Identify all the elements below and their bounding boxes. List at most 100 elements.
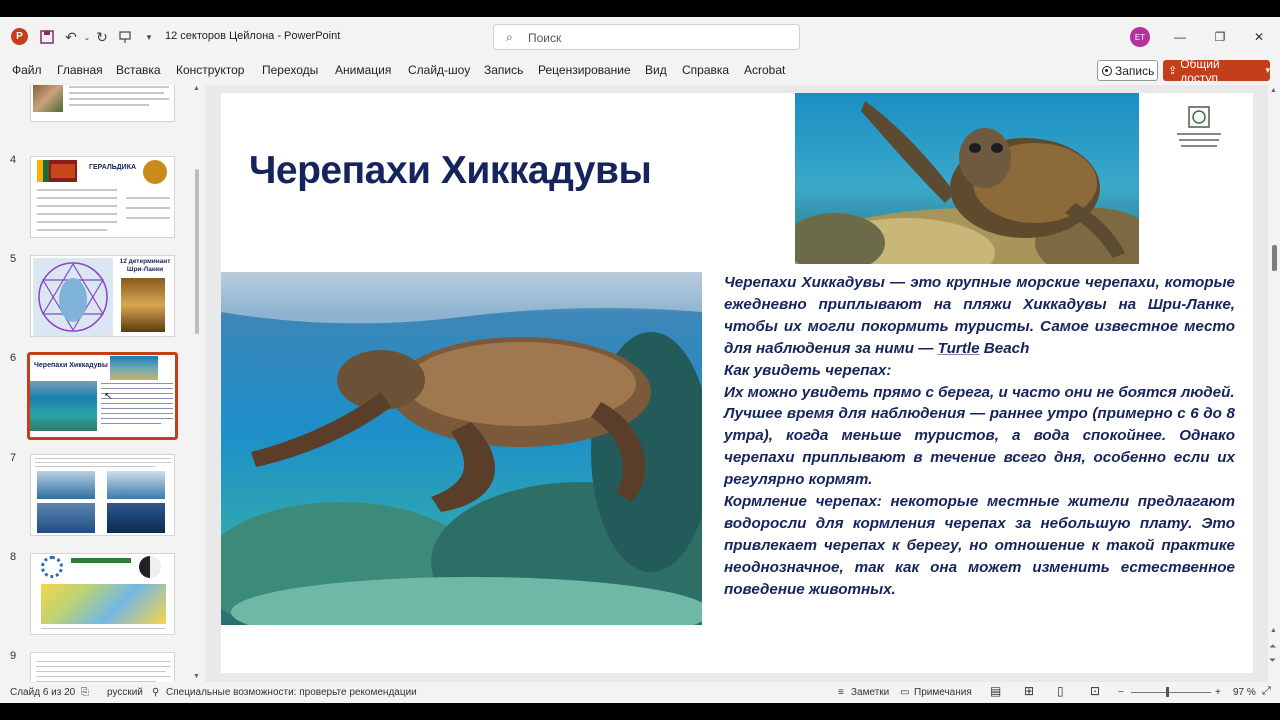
tab-design[interactable]: Конструктор bbox=[176, 63, 244, 77]
search-placeholder: Поиск bbox=[528, 31, 562, 45]
slide-thumbnail-pane: 4 ГЕРАЛЬДИКА 5 12 детерминант Шри-Ланки … bbox=[0, 85, 205, 682]
thumbnail-number: 4 bbox=[10, 154, 17, 166]
slideshow-view-icon[interactable]: ⊡ bbox=[1090, 684, 1100, 698]
close-icon[interactable]: ✕ bbox=[1249, 27, 1269, 47]
record-button-label: Запись bbox=[1115, 63, 1155, 78]
thumbnail-slide-3[interactable] bbox=[30, 85, 175, 122]
turtle-photo-main[interactable] bbox=[221, 272, 702, 625]
slide-title[interactable]: Черепахи Хиккадувы bbox=[249, 149, 652, 193]
emblem-icon bbox=[143, 160, 167, 184]
beach-word: Beach bbox=[979, 339, 1030, 357]
accessibility-status[interactable]: Специальные возможности: проверьте реком… bbox=[166, 687, 417, 698]
sri-lanka-flag-icon bbox=[37, 160, 77, 182]
thumbnail-number: 8 bbox=[10, 551, 17, 563]
tab-transitions[interactable]: Переходы bbox=[262, 63, 318, 77]
tab-animations[interactable]: Анимация bbox=[335, 63, 391, 77]
next-slide-icon[interactable]: ⏷ bbox=[1269, 655, 1276, 666]
thumbnail-photo bbox=[107, 503, 165, 533]
search-input[interactable]: ⌕ Поиск bbox=[493, 24, 800, 50]
tab-slideshow[interactable]: Слайд-шоу bbox=[408, 63, 470, 77]
thumbnail-slide-4[interactable]: ГЕРАЛЬДИКА bbox=[30, 156, 175, 238]
tab-help[interactable]: Справка bbox=[682, 63, 729, 77]
tab-insert[interactable]: Вставка bbox=[116, 63, 161, 77]
minimize-icon[interactable]: — bbox=[1170, 27, 1190, 47]
thumbnail-title: ГЕРАЛЬДИКА bbox=[89, 164, 137, 171]
thumbnail-slide-7[interactable] bbox=[30, 454, 175, 536]
scroll-down-icon[interactable]: ▼ bbox=[193, 673, 200, 680]
zoom-in-icon[interactable]: + bbox=[1215, 687, 1221, 698]
thumbnail-photo bbox=[37, 503, 95, 533]
thumbnail-photo bbox=[37, 471, 95, 499]
tab-review[interactable]: Рецензирование bbox=[538, 63, 631, 77]
tab-acrobat[interactable]: Acrobat bbox=[744, 63, 785, 77]
thumbnail-slide-5[interactable]: 12 детерминант Шри-Ланки bbox=[30, 255, 175, 337]
scroll-up-icon[interactable]: ▲ bbox=[193, 85, 200, 92]
paragraph-best-time: Лучшее время для наблюдения — раннее утр… bbox=[724, 405, 1235, 489]
powerpoint-window: P ↶ ⌄ ↻ ▾ 12 секторов Цейлона - PowerPoi… bbox=[0, 17, 1280, 703]
school-logo bbox=[1171, 103, 1226, 158]
scroll-up-icon[interactable]: ▲ bbox=[1270, 627, 1277, 634]
search-icon: ⌕ bbox=[506, 30, 513, 44]
fit-slide-icon[interactable]: ⤢ bbox=[1262, 685, 1271, 698]
thumbnail-diagram bbox=[41, 584, 166, 624]
turtle-beach-word: Turtle bbox=[937, 339, 980, 357]
slide-scroll-thumb[interactable] bbox=[1272, 245, 1277, 271]
thumbnail-slide-6[interactable]: Черепахи Хиккадувы ↖ bbox=[27, 352, 178, 440]
share-icon: ⇪ bbox=[1168, 65, 1178, 77]
comments-button[interactable]: Примечания bbox=[914, 687, 972, 698]
thumbnail-number: 9 bbox=[10, 650, 17, 662]
tab-file[interactable]: Файл bbox=[12, 63, 42, 77]
document-title: 12 секторов Цейлона - PowerPoint bbox=[165, 30, 341, 42]
thumbnail-scroll-thumb[interactable] bbox=[195, 169, 199, 334]
zoom-slider-handle[interactable] bbox=[1166, 687, 1169, 697]
tab-record[interactable]: Запись bbox=[484, 63, 523, 77]
turtle-photo-top[interactable] bbox=[795, 93, 1139, 264]
slide-sorter-icon[interactable]: ⊞ bbox=[1024, 684, 1034, 698]
customize-toolbar-icon[interactable]: ▾ bbox=[140, 28, 158, 46]
thumbnail-scrollbar[interactable]: ▲ ▼ bbox=[193, 85, 201, 682]
slide-counter[interactable]: Слайд 6 из 20 bbox=[10, 687, 75, 698]
thumbnail-photo bbox=[107, 471, 165, 499]
save-icon[interactable] bbox=[38, 28, 56, 46]
status-bar: Слайд 6 из 20 ⎘ русский ⚲ Специальные во… bbox=[0, 682, 1280, 703]
thumbnail-photo bbox=[30, 381, 97, 431]
thumbnail-diagram bbox=[41, 556, 63, 578]
thumbnail-title: 12 детерминант Шри-Ланки bbox=[119, 258, 171, 273]
thumbnail-number: 6 bbox=[10, 352, 17, 364]
record-icon bbox=[1102, 65, 1112, 76]
tab-view[interactable]: Вид bbox=[645, 63, 667, 77]
slide-6[interactable]: Черепахи Хиккадувы Черепахи Хиккадувы — … bbox=[221, 93, 1253, 673]
tab-home[interactable]: Главная bbox=[57, 63, 103, 77]
chevron-down-icon: ▾ bbox=[1265, 65, 1270, 75]
powerpoint-logo-icon: P bbox=[11, 28, 28, 45]
comments-icon: ▭ bbox=[900, 687, 910, 698]
reading-view-icon[interactable]: ▯ bbox=[1057, 684, 1064, 698]
language-indicator[interactable]: русский bbox=[107, 687, 143, 698]
slide-editor: Черепахи Хиккадувы Черепахи Хиккадувы — … bbox=[205, 85, 1268, 682]
thumbnail-photo bbox=[33, 85, 63, 112]
thumbnail-slide-9[interactable] bbox=[30, 652, 175, 682]
previous-slide-icon[interactable]: ⏶ bbox=[1269, 641, 1276, 652]
slide-scrollbar[interactable]: ▲ ▲ ⏶ ⏷ bbox=[1268, 85, 1280, 682]
normal-view-icon[interactable]: ▤ bbox=[990, 684, 1001, 698]
paragraph-feeding: Кормление черепах: некоторые местные жит… bbox=[724, 493, 1235, 598]
restore-icon[interactable]: ❐ bbox=[1210, 27, 1230, 47]
zoom-level[interactable]: 97 % bbox=[1233, 687, 1256, 698]
thumbnail-photo bbox=[121, 278, 165, 332]
zoom-out-icon[interactable]: − bbox=[1118, 687, 1124, 698]
slide-body-text[interactable]: Черепахи Хиккадувы — это крупные морские… bbox=[724, 272, 1235, 601]
thumbnail-slide-8[interactable] bbox=[30, 553, 175, 635]
paragraph-how-to-see: Как увидеть черепах: bbox=[724, 361, 892, 379]
start-slideshow-icon[interactable] bbox=[116, 28, 134, 46]
record-button[interactable]: Запись bbox=[1097, 60, 1158, 81]
notes-button[interactable]: Заметки bbox=[851, 687, 889, 698]
accessibility-icon: ⚲ bbox=[152, 687, 160, 698]
avatar[interactable]: ET bbox=[1130, 27, 1150, 47]
spellcheck-icon[interactable]: ⎘ bbox=[81, 687, 89, 698]
paragraph-intro: Черепахи Хиккадувы — это крупные морские… bbox=[724, 272, 1235, 360]
redo-icon[interactable]: ↻ bbox=[93, 28, 111, 46]
zoom-slider[interactable] bbox=[1131, 692, 1211, 693]
ribbon-tabs: Файл Главная Вставка Конструктор Переход… bbox=[0, 57, 1280, 85]
scroll-up-icon[interactable]: ▲ bbox=[1270, 87, 1277, 94]
share-button[interactable]: ⇪ Общий доступ ▾ bbox=[1163, 57, 1270, 85]
